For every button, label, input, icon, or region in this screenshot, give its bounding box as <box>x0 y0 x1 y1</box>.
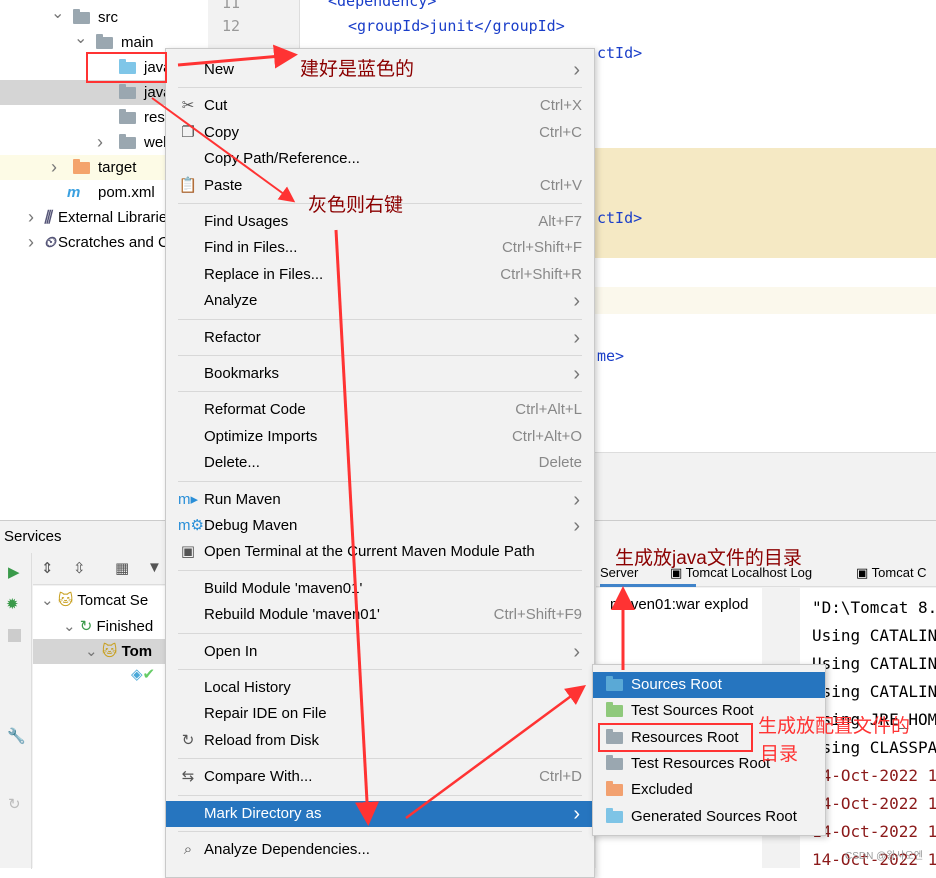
arrow-to-gray-note <box>151 97 296 203</box>
annotation-arrows <box>151 44 635 826</box>
arrow-to-submenu <box>405 685 587 820</box>
arrow-to-mark-directory <box>334 229 380 826</box>
arrow-to-blue-note <box>177 44 298 69</box>
